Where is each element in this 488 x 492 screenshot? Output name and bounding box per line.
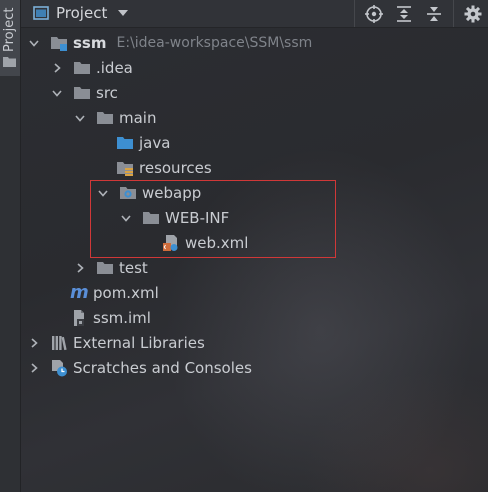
project-title: Project <box>56 4 108 22</box>
settings-button[interactable] <box>458 0 488 27</box>
web-folder-icon <box>120 187 136 199</box>
tree-item-label: ssm.iml <box>93 309 151 327</box>
collapse-all-button[interactable] <box>419 0 449 27</box>
tree-item-label: Scratches and Consoles <box>73 359 252 377</box>
tree-item-scratches-and-consoles[interactable]: Scratches and Consoles <box>21 356 488 380</box>
header-separator <box>453 0 454 27</box>
chevron-down-icon[interactable] <box>73 111 87 125</box>
expand-all-icon <box>397 5 411 22</box>
project-window-icon <box>33 6 49 20</box>
resources-folder-icon <box>117 162 133 176</box>
chevron-right-icon[interactable] <box>50 61 64 75</box>
locate-file-button[interactable] <box>359 0 389 27</box>
tree-item-label: main <box>119 109 157 127</box>
folder-icon <box>3 57 16 67</box>
chevron-down-icon <box>118 10 129 16</box>
project-tool-tab[interactable]: Project <box>0 0 20 76</box>
chevron-down-icon[interactable] <box>50 86 64 100</box>
tree-item-label: src <box>96 84 118 102</box>
source-folder-icon <box>117 137 133 149</box>
chevron-down-icon[interactable] <box>96 186 110 200</box>
tree-item-main[interactable]: main <box>21 106 488 130</box>
tree-item-ssm-iml[interactable]: ssm.iml <box>21 306 488 330</box>
folder-icon <box>97 112 113 124</box>
module-folder-icon <box>51 37 67 51</box>
tree-item-pom-xml[interactable]: m pom.xml <box>21 281 488 305</box>
folder-icon <box>143 212 159 224</box>
tree-item-web-inf[interactable]: WEB-INF <box>21 206 488 230</box>
chevron-right-icon[interactable] <box>73 261 87 275</box>
tree-item-label: web.xml <box>185 234 249 252</box>
tree-item-label: resources <box>139 159 212 177</box>
xml-file-icon <box>163 235 178 251</box>
tree-item-web-xml[interactable]: web.xml <box>21 231 488 255</box>
chevron-right-icon[interactable] <box>27 336 41 350</box>
tree-item-label: java <box>139 134 171 152</box>
header-separator <box>354 0 355 27</box>
folder-icon <box>74 87 90 99</box>
folder-icon <box>97 262 113 274</box>
project-view-selector[interactable]: Project <box>33 4 129 22</box>
locate-icon <box>365 4 383 23</box>
tree-item-label: WEB-INF <box>165 209 230 227</box>
libraries-icon <box>52 336 67 351</box>
collapse-all-icon <box>427 6 441 21</box>
tool-window-strip: Project <box>0 0 21 492</box>
chevron-down-icon[interactable] <box>119 211 133 225</box>
tree-item-resources[interactable]: resources <box>21 156 488 180</box>
project-header: Project <box>21 0 488 28</box>
tree-item-src[interactable]: src <box>21 81 488 105</box>
tree-item-ssm[interactable]: ssm E:\idea-workspace\SSM\ssm <box>21 31 488 55</box>
chevron-right-icon[interactable] <box>27 361 41 375</box>
expand-all-button[interactable] <box>389 0 419 27</box>
tree-item-label: pom.xml <box>93 284 159 302</box>
folder-icon <box>74 62 90 74</box>
tree-item-label: .idea <box>96 59 133 77</box>
maven-icon: m <box>70 282 89 303</box>
gear-icon <box>464 5 482 22</box>
tree-item-idea[interactable]: .idea <box>21 56 488 80</box>
iml-file-icon <box>74 310 84 326</box>
chevron-down-icon[interactable] <box>27 36 41 50</box>
tree-item-test[interactable]: test <box>21 256 488 280</box>
tree-item-label: webapp <box>142 184 202 202</box>
module-path: E:\idea-workspace\SSM\ssm <box>116 35 313 51</box>
tree-item-java[interactable]: java <box>21 131 488 155</box>
project-tab-label: Project <box>2 7 17 52</box>
tree-item-label: ssm <box>73 34 107 52</box>
tree-item-label: External Libraries <box>73 334 205 352</box>
tree-item-external-libraries[interactable]: External Libraries <box>21 331 488 355</box>
project-tool-window: Project Project ssm E:\idea-workspace\SS… <box>0 0 488 492</box>
tree-item-label: test <box>119 259 148 277</box>
tree-item-webapp[interactable]: webapp <box>21 181 488 205</box>
scratches-icon <box>52 360 67 377</box>
